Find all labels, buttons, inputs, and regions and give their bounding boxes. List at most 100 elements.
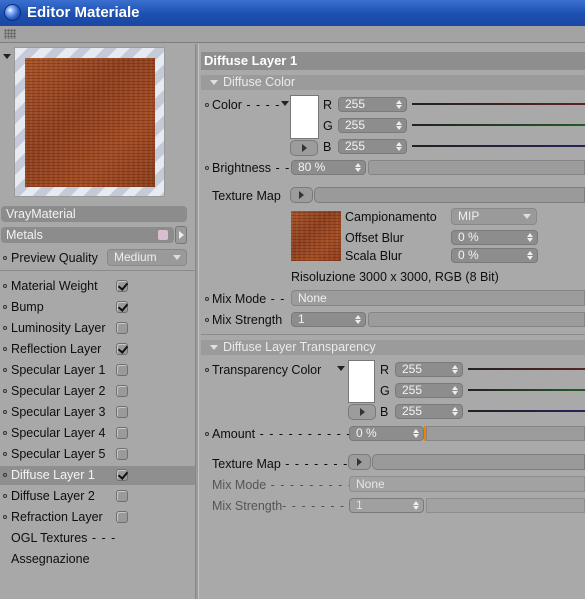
channel-dot-icon [3,347,7,351]
channel-checkbox[interactable] [116,448,128,460]
b-slider[interactable] [412,145,585,147]
channel-checkbox[interactable] [116,385,128,397]
tr-mix-strength-field[interactable]: 1 [349,498,424,513]
channel-row[interactable]: Bump [0,298,195,317]
channel-row[interactable]: Refraction Layer [0,508,195,527]
color-expand-button[interactable] [290,140,318,156]
channel-label: Material Weight [11,279,98,293]
mix-strength-anim-dot-icon[interactable] [205,318,209,322]
brightness-slider[interactable] [368,160,585,175]
play-icon [357,458,362,466]
transparency-color-swatch[interactable] [348,360,375,403]
category-next-button[interactable] [175,226,187,244]
ogl-textures-label[interactable]: OGL Textures - - - [11,531,116,545]
tr-r-slider[interactable] [468,368,585,370]
scale-blur-field[interactable]: 0 % [451,248,538,263]
sampling-dropdown[interactable]: MIP [451,208,537,225]
mix-strength-label: Mix Strength [212,313,283,327]
color-menu-arrow-icon[interactable] [281,101,289,106]
brightness-label: Brightness - - [212,161,291,175]
tr-r-field[interactable]: 255 [395,362,463,377]
amount-anim-dot-icon[interactable] [205,432,209,436]
transparency-section-title: Diffuse Layer Transparency [223,340,376,354]
transparency-menu-arrow-icon[interactable] [337,366,345,371]
channel-checkbox[interactable] [116,406,128,418]
amount-field[interactable]: 0 % [349,426,424,441]
channel-checkbox[interactable] [116,511,128,523]
transparency-color-label: Transparency Color [212,363,322,377]
animation-dot-icon[interactable] [3,256,7,260]
offset-blur-field[interactable]: 0 % [451,230,538,245]
material-preview[interactable] [14,47,165,197]
texture-map-path-field[interactable] [314,187,585,203]
mix-strength-slider[interactable] [368,312,585,327]
tr-mix-mode-dropdown[interactable]: None [349,476,585,492]
channel-row[interactable]: Luminosity Layer [0,319,195,338]
mix-strength-field[interactable]: 1 [291,312,366,327]
channel-dot-icon [3,368,7,372]
brightness-anim-dot-icon[interactable] [205,166,209,170]
tr-g-field[interactable]: 255 [395,383,463,398]
texture-map-button[interactable] [290,187,313,203]
texture-thumbnail[interactable] [291,211,341,261]
channel-label: Specular Layer 3 [11,405,106,419]
channel-row[interactable]: Reflection Layer [0,340,195,359]
channel-label: Bump [11,300,44,314]
channel-row[interactable]: Diffuse Layer 2 [0,487,195,506]
channel-checkbox[interactable] [116,364,128,376]
channel-checkbox[interactable] [116,343,128,355]
offset-blur-label: Offset Blur [345,231,404,245]
divider [201,334,585,335]
channel-checkbox[interactable] [116,322,128,334]
material-name-field[interactable]: VrayMaterial [1,206,187,222]
channel-row[interactable]: Specular Layer 4 [0,424,195,443]
color-swatch[interactable] [290,95,319,139]
tr-texture-map-label: Texture Map - - - - - - - - [212,457,358,471]
mix-mode-value: None [298,291,327,305]
g-field[interactable]: 255 [338,118,407,133]
g-slider[interactable] [412,124,585,126]
tr-g-slider[interactable] [468,389,585,391]
toolbar [0,26,585,43]
channel-row[interactable]: Material Weight [0,277,195,296]
transparency-anim-dot-icon[interactable] [205,368,209,372]
transparency-expand-button[interactable] [348,404,376,420]
channel-row[interactable]: Specular Layer 2 [0,382,195,401]
assegnazione-label[interactable]: Assegnazione [11,552,90,566]
category-field[interactable]: Metals [1,227,174,243]
brightness-field[interactable]: 80 % [291,160,366,175]
panel-separator[interactable] [195,44,199,599]
channel-row[interactable]: Specular Layer 5 [0,445,195,464]
channel-checkbox[interactable] [116,427,128,439]
color-anim-dot-icon[interactable] [205,103,209,107]
r-field[interactable]: 255 [338,97,407,112]
mix-mode-anim-dot-icon[interactable] [205,297,209,301]
tr-b-field[interactable]: 255 [395,404,463,419]
channel-checkbox[interactable] [116,301,128,313]
channel-row[interactable]: Specular Layer 1 [0,361,195,380]
channel-checkbox[interactable] [116,490,128,502]
preview-quality-dropdown[interactable]: Medium [107,249,187,266]
transparency-section[interactable]: Diffuse Layer Transparency [201,340,585,355]
tr-texture-map-button[interactable] [348,454,371,470]
r-slider[interactable] [412,103,585,105]
channel-dot-icon [3,326,7,330]
b-field[interactable]: 255 [338,139,407,154]
tr-g-label: G [380,384,390,398]
channel-checkbox[interactable] [116,469,128,481]
tr-texture-map-path-field[interactable] [372,454,585,470]
channel-dot-icon [3,452,7,456]
diffuse-color-section[interactable]: Diffuse Color [201,75,585,90]
amount-slider[interactable] [426,426,585,441]
mix-mode-dropdown[interactable]: None [291,290,585,306]
tr-b-slider[interactable] [468,410,585,412]
preview-menu-arrow-icon[interactable] [3,54,11,59]
channel-row[interactable]: Diffuse Layer 1 [0,466,195,485]
grip-icon[interactable] [4,29,16,39]
r-label: R [323,98,333,112]
channel-label: Diffuse Layer 1 [11,468,95,482]
channel-checkbox[interactable] [116,280,128,292]
channel-dot-icon [3,284,7,288]
channel-row[interactable]: Specular Layer 3 [0,403,195,422]
tr-mix-strength-slider[interactable] [426,498,585,513]
